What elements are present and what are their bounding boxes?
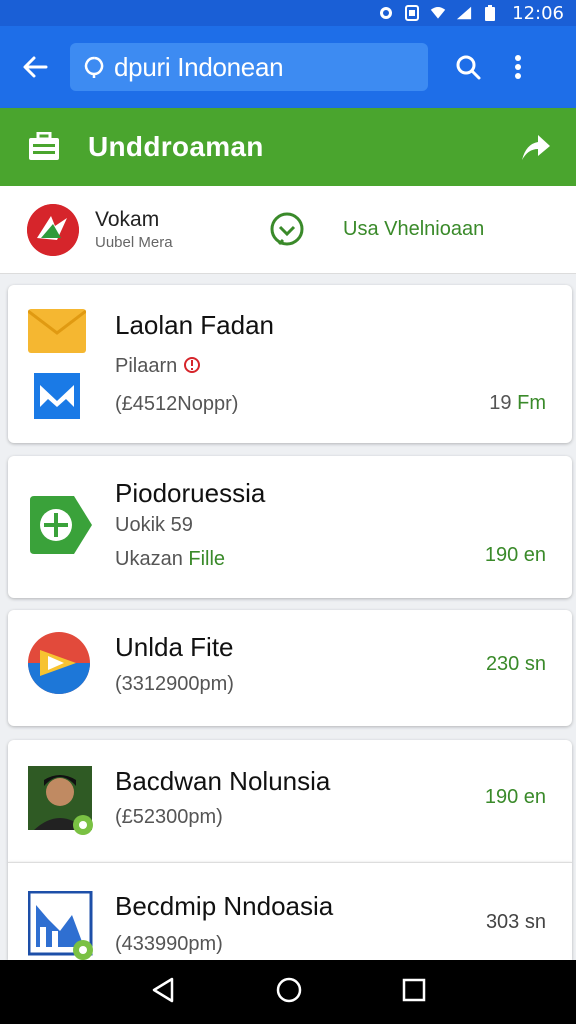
item-detail: (£52300pm) bbox=[115, 806, 223, 828]
search-input[interactable]: dpuri Indonean bbox=[70, 43, 428, 91]
item-detail: Ukazan Fille bbox=[115, 548, 226, 570]
play-store-icon bbox=[28, 632, 90, 699]
list-item[interactable]: Becdmip Nndoasia (433990pm) 303 sn bbox=[8, 862, 572, 960]
sim-icon bbox=[404, 5, 420, 21]
status-bar: 12:06 bbox=[0, 0, 576, 26]
chat-button[interactable] bbox=[267, 210, 307, 250]
list-item[interactable]: Unlda Fite (3312900pm) 230 sn bbox=[8, 610, 572, 726]
item-amount: 19 Fm bbox=[489, 392, 546, 414]
list-item[interactable]: Piodoruessia Uokik 59 Ukazan Fille 190 e… bbox=[8, 456, 572, 598]
search-button[interactable] bbox=[438, 26, 498, 108]
list-item[interactable]: Bacdwan Nolunsia (£52300pm) 190 en bbox=[8, 740, 572, 862]
status-time: 12:06 bbox=[512, 2, 564, 24]
item-detail: (3312900pm) bbox=[115, 673, 234, 695]
tag-app-icon bbox=[28, 496, 94, 559]
item-title: Laolan Fadan bbox=[115, 310, 275, 340]
item-detail: (433990pm) bbox=[115, 933, 223, 955]
item-title: Bacdwan Nolunsia bbox=[115, 766, 331, 796]
item-amount: 190 en bbox=[484, 544, 546, 566]
item-amount: 190 en bbox=[484, 786, 546, 808]
page-title: Unddroaman bbox=[88, 131, 264, 162]
account-row[interactable]: Vokam Uubel Mera Usa Vhelnioaan bbox=[0, 186, 576, 274]
item-title: Piodoruessia bbox=[115, 478, 266, 508]
item-amount: 303 sn bbox=[485, 911, 546, 933]
nav-home-button[interactable] bbox=[275, 976, 303, 1009]
brand-logo bbox=[27, 203, 79, 256]
back-button[interactable] bbox=[0, 26, 70, 108]
info-badge-icon bbox=[183, 357, 200, 373]
nav-home-icon bbox=[276, 977, 302, 1002]
share-icon bbox=[522, 135, 550, 160]
person-photo-avatar bbox=[28, 766, 94, 841]
account-name: Vokam bbox=[95, 208, 160, 231]
back-arrow-icon bbox=[23, 56, 48, 78]
menu-button[interactable] bbox=[0, 132, 88, 162]
search-value: dpuri Indonean bbox=[114, 51, 284, 82]
nav-recents-button[interactable] bbox=[402, 978, 426, 1007]
signal-icon bbox=[456, 5, 472, 21]
nav-back-button[interactable] bbox=[150, 977, 176, 1008]
system-nav-bar bbox=[0, 960, 576, 1024]
search-icon bbox=[456, 55, 481, 80]
more-vert-icon bbox=[515, 55, 521, 79]
item-detail: (£4512Noppr) bbox=[115, 393, 239, 415]
item-subtitle: Pilaarn bbox=[115, 355, 201, 378]
chart-app-icon bbox=[27, 890, 94, 966]
nav-back-icon bbox=[152, 977, 173, 1002]
account-subtitle: Uubel Mera bbox=[95, 234, 173, 251]
search-bubble-icon bbox=[84, 56, 104, 78]
item-title: Unlda Fite bbox=[115, 632, 234, 662]
nav-recents-icon bbox=[403, 978, 426, 1001]
section-header: Unddroaman bbox=[0, 108, 576, 186]
app-bar: dpuri Indonean bbox=[0, 26, 576, 108]
account-text: Vokam Uubel Mera bbox=[95, 208, 245, 251]
share-button[interactable] bbox=[496, 132, 576, 162]
wifi-icon bbox=[430, 5, 446, 21]
briefcase-menu-icon bbox=[29, 132, 59, 160]
item-subtitle: Uokik 59 bbox=[115, 514, 193, 536]
alarm-icon bbox=[378, 5, 394, 21]
account-link[interactable]: Usa Vhelnioaan bbox=[343, 218, 484, 241]
overflow-menu-button[interactable] bbox=[498, 26, 538, 108]
list-item[interactable]: Laolan Fadan Pilaarn (£4512Noppr) 19 Fm bbox=[8, 285, 572, 443]
mail-app-icon bbox=[34, 373, 80, 424]
item-amount: 230 sn bbox=[485, 653, 546, 675]
envelope-icon bbox=[27, 309, 87, 358]
chat-bubble-icon bbox=[270, 212, 304, 245]
item-title: Becdmip Nndoasia bbox=[115, 891, 334, 921]
battery-icon bbox=[482, 5, 498, 21]
